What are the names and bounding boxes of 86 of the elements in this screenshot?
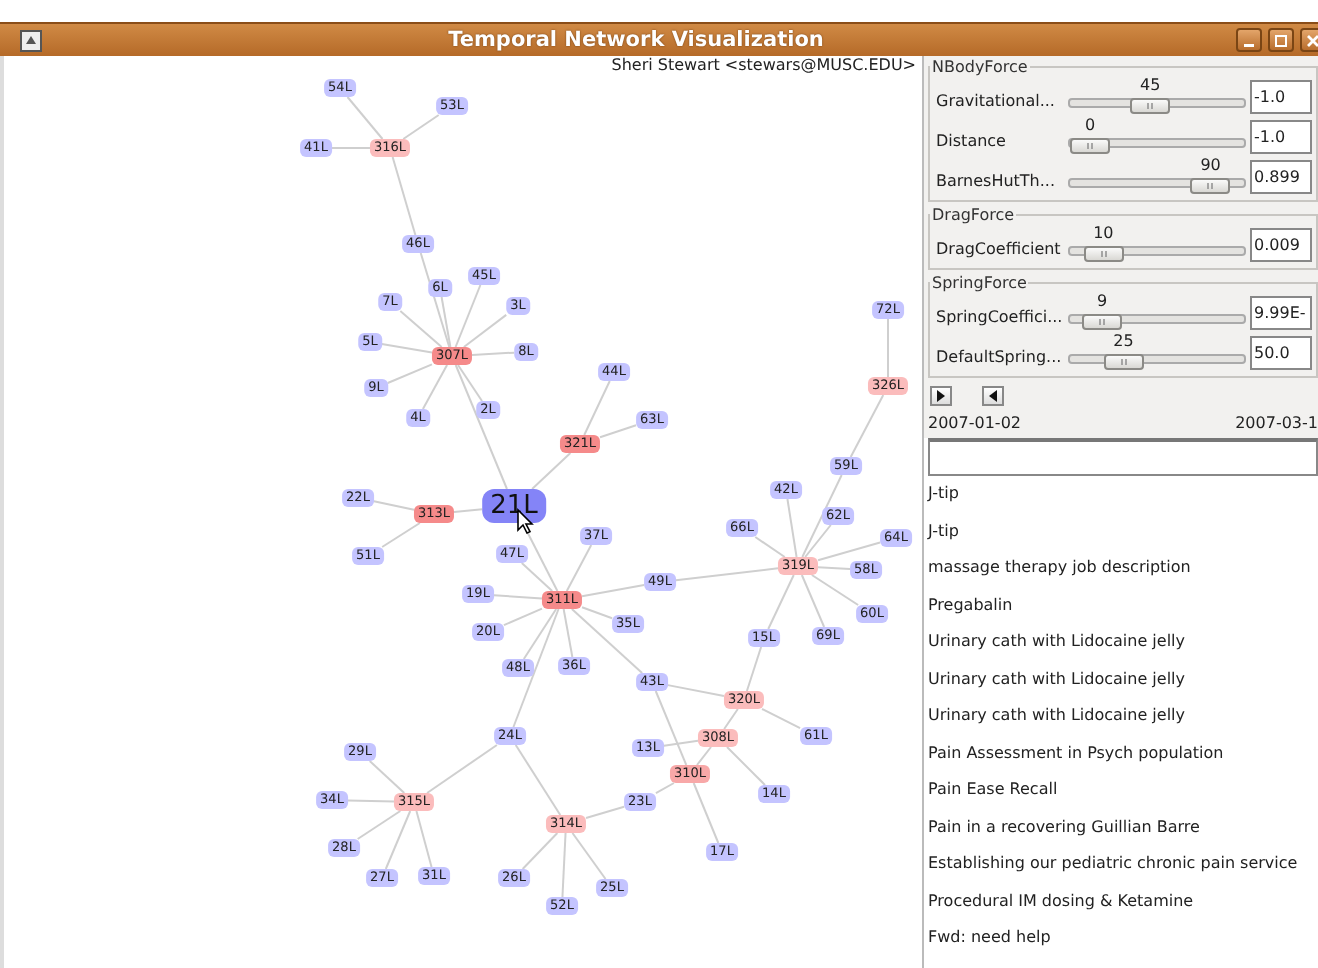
message-item[interactable]: Fwd: need help	[928, 920, 1318, 957]
slider-value: 45	[1140, 76, 1161, 94]
param-label: DragCoefficient	[936, 240, 1063, 262]
param-field[interactable]: 9.99E-	[1250, 296, 1312, 330]
maximize-button[interactable]	[1268, 28, 1294, 52]
reverse-icon	[988, 390, 998, 402]
slider-thumb[interactable]	[1103, 354, 1144, 370]
network-node[interactable]: 21L	[482, 489, 546, 523]
param-field[interactable]: 0.899	[1250, 160, 1312, 194]
message-item[interactable]: Pain Assessment in Psych population	[928, 735, 1318, 772]
edge-line	[723, 708, 739, 730]
slider-thumb[interactable]	[1070, 138, 1110, 154]
slider-value: 10	[1093, 224, 1114, 242]
edge-line	[817, 566, 852, 571]
slider-value: 90	[1200, 156, 1221, 174]
slider-thumb[interactable]	[1082, 314, 1123, 330]
edge-line	[330, 147, 371, 149]
param-label: BarnesHutTh...	[936, 172, 1058, 194]
slider-thumb[interactable]	[1083, 246, 1124, 262]
message-item[interactable]: Urinary cath with Lidocaine jelly	[928, 698, 1318, 735]
edge-line	[426, 744, 498, 794]
message-item[interactable]: Urinary cath with Lidocaine jelly	[928, 661, 1318, 698]
param-field[interactable]: -1.0	[1250, 80, 1312, 114]
group-title: SpringForce	[930, 274, 1029, 292]
back-button[interactable]	[982, 386, 1004, 406]
slider-track[interactable]	[1068, 246, 1246, 256]
message-item[interactable]: massage therapy job description	[928, 550, 1318, 587]
message-item[interactable]: Pain in a recovering Guillian Barre	[928, 809, 1318, 846]
message-item[interactable]: Procedural IM dosing & Ketamine	[928, 883, 1318, 920]
slider-thumb[interactable]	[1190, 178, 1231, 194]
input-field[interactable]	[928, 438, 1318, 476]
play-button[interactable]	[930, 386, 952, 406]
edge-line	[761, 708, 802, 730]
param-field[interactable]: -1.0	[1250, 120, 1312, 154]
edge-line	[346, 96, 384, 140]
slider-thumb[interactable]	[1130, 98, 1171, 114]
edge-line	[887, 318, 889, 378]
close-icon	[1306, 33, 1318, 47]
param-label: Distance	[936, 132, 1008, 154]
slider-value: 0	[1084, 116, 1096, 134]
edge-line	[514, 744, 562, 816]
edge-line	[471, 351, 516, 356]
edge-line	[415, 810, 433, 868]
slider-track[interactable]	[1068, 98, 1246, 108]
slider-value: 25	[1113, 332, 1134, 350]
edge-line	[654, 782, 675, 795]
edge-line	[585, 805, 626, 820]
edge-line	[692, 782, 720, 844]
slider-track[interactable]	[1068, 314, 1246, 324]
slider-value: 9	[1096, 292, 1108, 310]
param-label: Gravitational...	[936, 92, 1057, 114]
group-title: NBodyForce	[930, 58, 1030, 76]
edge-line	[368, 760, 406, 794]
message-item[interactable]: J-tip	[928, 513, 1318, 550]
message-item[interactable]: Establishing our pediatric chronic pain service	[928, 846, 1318, 883]
slider-track[interactable]	[1068, 354, 1246, 364]
param-label: SpringCoeffici...	[936, 308, 1065, 330]
slider-track[interactable]	[1068, 178, 1246, 188]
edge-line	[849, 394, 885, 458]
slider-track[interactable]	[1068, 138, 1246, 148]
message-item[interactable]: Urinary cath with Lidocaine jelly	[928, 624, 1318, 661]
end-date: 2007-03-1	[1235, 414, 1318, 432]
edge-line	[745, 646, 763, 692]
maximize-icon	[1274, 33, 1288, 47]
message-item[interactable]: Pain Ease Recall	[928, 772, 1318, 809]
param-label: DefaultSpring...	[936, 348, 1064, 370]
window-title: Temporal Network Visualization	[446, 28, 826, 52]
edge-line	[391, 156, 417, 236]
param-field[interactable]: 50.0	[1250, 336, 1312, 370]
play-icon	[936, 390, 946, 402]
message-item[interactable]: J-tip	[928, 476, 1318, 513]
edge-line	[372, 500, 415, 511]
message-item[interactable]: Pregabalin	[928, 587, 1318, 624]
edge-line	[402, 114, 440, 140]
user-label: Sheri Stewart <stewars@MUSC.EDU>	[611, 56, 916, 74]
edge-line	[726, 746, 766, 786]
start-date: 2007-01-02	[928, 414, 1021, 432]
minimize-button[interactable]	[1236, 28, 1262, 52]
group-title: DragForce	[930, 206, 1017, 224]
edge-line	[453, 508, 484, 513]
param-field[interactable]: 0.009	[1250, 228, 1312, 262]
app-icon[interactable]	[20, 29, 42, 51]
edge-line	[531, 452, 572, 490]
edge-line	[381, 522, 421, 548]
edge-line	[346, 799, 395, 803]
edge-line	[571, 832, 607, 880]
